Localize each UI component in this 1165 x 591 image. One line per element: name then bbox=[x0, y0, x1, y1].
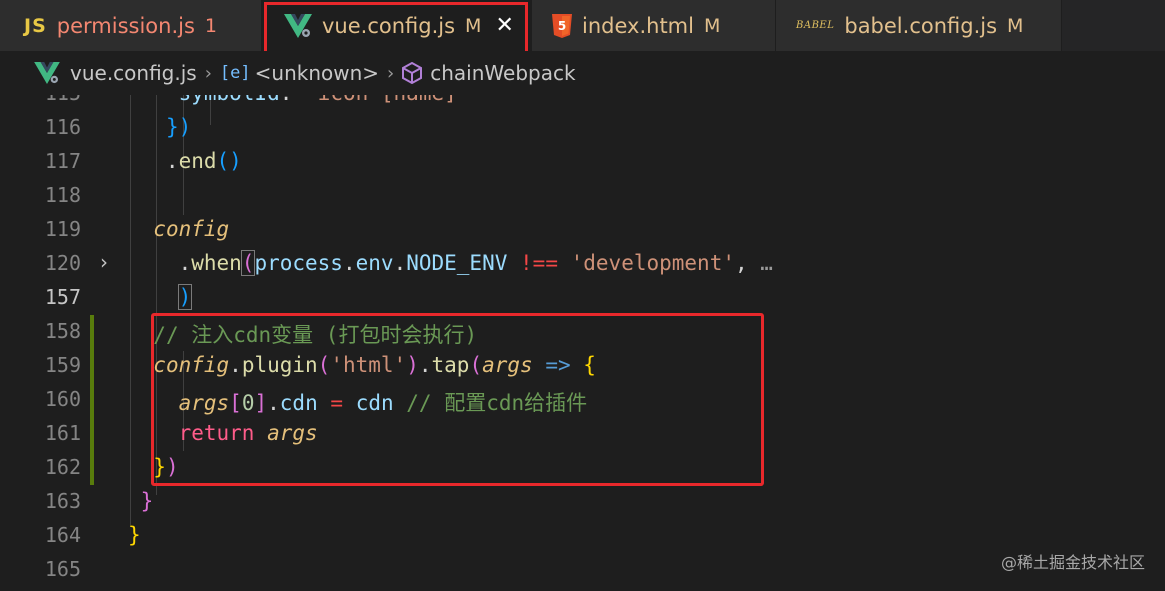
highlight-box-code bbox=[151, 313, 764, 486]
javascript-file-icon: JS bbox=[24, 14, 47, 37]
code-line: 157 ) bbox=[0, 281, 1165, 315]
modified-indicator: M bbox=[703, 14, 721, 37]
tab-label: babel.config.js bbox=[844, 13, 998, 38]
line-number: 119 bbox=[44, 217, 81, 241]
breadcrumb-file[interactable]: vue.config.js bbox=[70, 61, 197, 85]
code-text: config bbox=[153, 217, 230, 241]
breadcrumb-scope[interactable]: <unknown> bbox=[255, 61, 379, 85]
chevron-right-icon: › bbox=[387, 62, 395, 84]
line-number: 158 bbox=[44, 319, 81, 343]
code-editor[interactable]: 115 symbolId: 'icon-[name]' 116 }) 117 .… bbox=[0, 95, 1165, 591]
code-text: .end() bbox=[128, 149, 242, 173]
code-text: symbolId: 'icon-[name]' bbox=[128, 95, 470, 105]
tab-babel-config-js[interactable]: BABEL babel.config.js M bbox=[776, 0, 1062, 51]
chevron-right-icon[interactable]: › bbox=[100, 250, 108, 274]
vue-config-file-icon bbox=[34, 62, 60, 84]
tab-label: permission.js bbox=[56, 13, 195, 38]
tab-index-html[interactable]: 5 index.html M bbox=[532, 0, 776, 51]
line-number: 161 bbox=[44, 421, 81, 445]
code-line: 116 }) bbox=[0, 111, 1165, 145]
code-text: .when(process.env.NODE_ENV !== 'developm… bbox=[128, 250, 773, 276]
code-text: }) bbox=[165, 115, 192, 139]
babel-icon: BABEL bbox=[796, 20, 835, 31]
code-line: 115 symbolId: 'icon-[name]' bbox=[0, 95, 1165, 111]
line-number: 117 bbox=[44, 149, 81, 173]
method-symbol-icon bbox=[402, 62, 423, 84]
editor-tab-bar: JS permission.js 1 vue.config.js M ✕ 5 i… bbox=[0, 0, 1165, 51]
code-line: 165 bbox=[0, 553, 1165, 587]
line-number: 160 bbox=[44, 387, 81, 411]
line-number: 120 bbox=[44, 251, 81, 275]
code-line: 120 › .when(process.env.NODE_ENV !== 'de… bbox=[0, 247, 1165, 281]
line-number: 115 bbox=[0, 95, 81, 105]
code-text: ) bbox=[177, 284, 193, 310]
chevron-right-icon: › bbox=[204, 62, 212, 84]
code-line: 117 .end() bbox=[0, 145, 1165, 179]
svg-text:5: 5 bbox=[558, 19, 566, 33]
line-number: 162 bbox=[44, 455, 81, 479]
html5-icon: 5 bbox=[552, 13, 572, 38]
line-number: 164 bbox=[44, 523, 81, 547]
line-number: 165 bbox=[44, 557, 81, 581]
line-number: 163 bbox=[44, 489, 81, 513]
line-number: 116 bbox=[44, 115, 81, 139]
line-number: 118 bbox=[44, 183, 81, 207]
highlight-box-tab bbox=[264, 2, 528, 58]
code-line: 164 } bbox=[0, 519, 1165, 553]
problem-count-badge: 1 bbox=[204, 14, 217, 37]
line-number: 159 bbox=[44, 353, 81, 377]
breadcrumb: vue.config.js › [e] <unknown> › chainWeb… bbox=[0, 51, 1165, 95]
breadcrumb-symbol[interactable]: chainWebpack bbox=[430, 61, 575, 85]
modified-indicator: M bbox=[1007, 14, 1024, 37]
code-line: 163 } bbox=[0, 485, 1165, 519]
variable-symbol-icon: [e] bbox=[219, 63, 251, 83]
code-line: 119 config bbox=[0, 213, 1165, 247]
tab-permission-js[interactable]: JS permission.js 1 bbox=[0, 0, 262, 51]
watermark: @稀土掘金技术社区 bbox=[1000, 553, 1145, 572]
code-text: } bbox=[140, 489, 154, 513]
code-text: } bbox=[128, 523, 141, 547]
code-line: 118 bbox=[0, 179, 1165, 213]
line-number: 157 bbox=[44, 285, 81, 309]
tab-label: index.html bbox=[582, 13, 694, 38]
